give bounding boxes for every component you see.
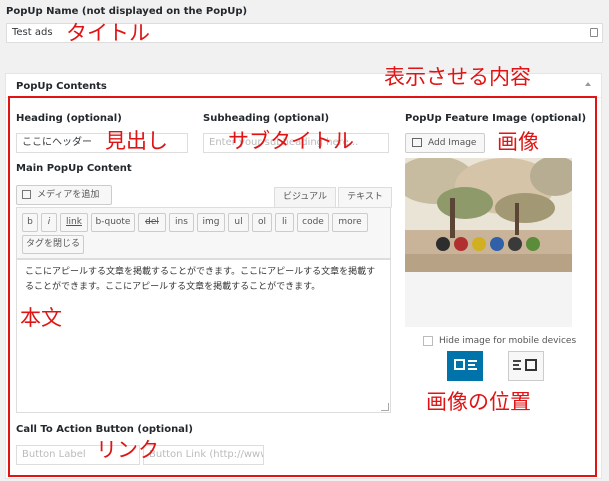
heading-value: ここにヘッダー bbox=[22, 137, 92, 148]
tab-text[interactable]: テキスト bbox=[338, 187, 392, 208]
image-annotation: 画像 bbox=[497, 130, 539, 154]
add-media-button[interactable]: メディアを追加 bbox=[16, 185, 112, 205]
quicktag-ul[interactable]: ul bbox=[228, 213, 249, 232]
quicktag-b-quote[interactable]: b-quote bbox=[91, 213, 135, 232]
quicktag-ol[interactable]: ol bbox=[252, 213, 272, 232]
body-annotation: 本文 bbox=[20, 306, 62, 330]
text-line-icon bbox=[468, 360, 477, 362]
postbox-title: PopUp Contents bbox=[16, 81, 107, 92]
quicktag-ins[interactable]: ins bbox=[169, 213, 194, 232]
add-image-button[interactable]: Add Image bbox=[405, 133, 485, 153]
image-right-button[interactable] bbox=[508, 351, 544, 381]
position-annotation: 画像の位置 bbox=[426, 390, 531, 414]
image-icon bbox=[412, 138, 422, 147]
media-icon bbox=[22, 190, 31, 199]
quicktag-img[interactable]: img bbox=[197, 213, 225, 232]
contact-card-icon[interactable] bbox=[590, 28, 598, 37]
park-photo bbox=[405, 158, 572, 272]
text-line-icon bbox=[468, 368, 477, 370]
heading-annotation: 見出し bbox=[105, 129, 168, 153]
image-frame-padding bbox=[405, 272, 572, 327]
text-line-icon bbox=[513, 368, 521, 370]
collapse-arrow-icon[interactable] bbox=[585, 82, 591, 86]
contents-annotation: 表示させる内容 bbox=[384, 65, 531, 89]
heading-label: Heading (optional) bbox=[16, 113, 122, 124]
image-left-icon bbox=[454, 359, 465, 370]
image-left-button[interactable] bbox=[447, 351, 483, 381]
hide-mobile-checkbox[interactable] bbox=[423, 336, 433, 346]
link-annotation: リンク bbox=[96, 438, 159, 462]
cta-label: Call To Action Button (optional) bbox=[16, 424, 193, 435]
title-annotation: タイトル bbox=[66, 21, 150, 45]
quicktag-code[interactable]: code bbox=[297, 213, 329, 232]
subheading-annotation: サブタイトル bbox=[228, 129, 354, 153]
subheading-label: Subheading (optional) bbox=[203, 113, 330, 124]
quicktag-i[interactable]: i bbox=[41, 213, 57, 232]
text-line-icon bbox=[468, 364, 475, 366]
button-link-input[interactable]: Button Link (http://www bbox=[143, 445, 264, 465]
text-line-icon bbox=[513, 360, 521, 362]
feature-image-preview bbox=[405, 158, 572, 272]
close-tags-button[interactable]: タグを閉じる bbox=[22, 235, 84, 254]
hide-mobile-label: Hide image for mobile devices bbox=[439, 336, 577, 346]
resize-handle[interactable] bbox=[381, 403, 389, 411]
button-link-placeholder: Button Link (http://www bbox=[149, 449, 264, 460]
feature-image-label: PopUp Feature Image (optional) bbox=[405, 113, 587, 124]
add-image-label: Add Image bbox=[428, 138, 477, 148]
quicktag-li[interactable]: li bbox=[275, 213, 294, 232]
popup-name-label: PopUp Name (not displayed on the PopUp) bbox=[6, 6, 248, 17]
main-content-label: Main PopUp Content bbox=[16, 163, 132, 174]
editor-text: ここにアピールする文章を掲載することができます。ここにアピールする文章を掲載する… bbox=[25, 267, 376, 292]
image-right-icon bbox=[525, 359, 537, 371]
quicktag-del[interactable]: del bbox=[138, 213, 166, 232]
add-media-label: メディアを追加 bbox=[37, 190, 100, 200]
content-editor[interactable]: ここにアピールする文章を掲載することができます。ここにアピールする文章を掲載する… bbox=[16, 259, 391, 413]
quicktag-link[interactable]: link bbox=[60, 213, 88, 232]
text-line-icon bbox=[513, 364, 519, 366]
popup-name-value: Test ads bbox=[12, 27, 53, 38]
tab-visual[interactable]: ビジュアル bbox=[274, 187, 336, 208]
button-label-placeholder: Button Label bbox=[22, 449, 86, 460]
quicktag-b[interactable]: b bbox=[22, 213, 38, 232]
quicktag-more[interactable]: more bbox=[332, 213, 368, 232]
